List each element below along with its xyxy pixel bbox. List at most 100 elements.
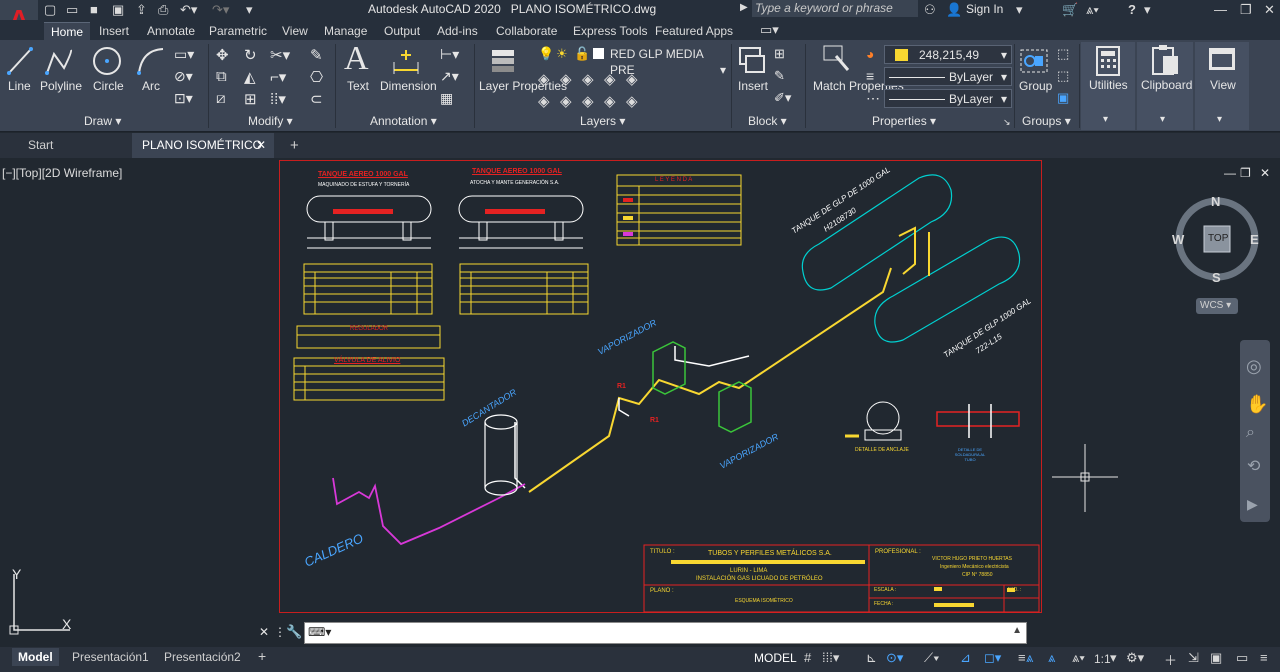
polyline-icon[interactable] (44, 46, 74, 76)
circle-icon[interactable] (91, 45, 123, 77)
layer-lock-icon[interactable]: 🔓 (574, 46, 590, 62)
new-file-icon[interactable]: ▢ (44, 2, 56, 18)
layer-unisolate-icon[interactable]: ◈ (538, 92, 550, 110)
group-button[interactable]: Group (1019, 79, 1052, 93)
annotation-visibility-icon[interactable]: ⩓ (1026, 650, 1033, 666)
isodraft-icon[interactable]: ⟋▾ (924, 650, 939, 666)
layout-tab-presentacion2[interactable]: Presentación2 (158, 648, 247, 666)
layer-freeze-vp-icon[interactable]: ◈ (560, 92, 572, 110)
zoom-extents-icon[interactable]: ⌕ (1246, 424, 1255, 442)
layer-copy-icon[interactable]: ◈ (604, 92, 616, 110)
layer-off-icon[interactable]: ◈ (538, 70, 550, 88)
viewport-controls[interactable]: [−][Top][2D Wireframe] (2, 166, 122, 180)
customize-qat-icon[interactable]: ▾ (246, 2, 253, 18)
command-history-icon[interactable]: ▲ (1012, 625, 1022, 636)
workspace-gear-icon[interactable]: ⚙▾ (1126, 650, 1144, 666)
print-icon[interactable]: ⎙ (158, 2, 168, 18)
groups-panel-label[interactable]: Groups ▾ (1022, 114, 1071, 128)
cart-icon[interactable]: 🛒 (1062, 2, 1078, 18)
sign-in-link[interactable]: Sign In (966, 2, 1003, 16)
view-button[interactable]: View (1210, 78, 1236, 92)
tab-insert[interactable]: Insert (92, 22, 136, 40)
help-dropdown-icon[interactable]: ▾ (1144, 2, 1151, 18)
copy-icon[interactable]: ⧉ (216, 68, 227, 85)
osnap-icon[interactable]: ⊿ (960, 650, 971, 666)
scale-icon[interactable]: ⊞ (244, 90, 257, 108)
layers-panel-label[interactable]: Layers ▾ (580, 114, 625, 128)
tab-annotate[interactable]: Annotate (140, 22, 202, 40)
trim-icon[interactable]: ✂▾ (270, 46, 290, 64)
compass-east[interactable]: E (1250, 232, 1259, 247)
properties-launcher-icon[interactable]: ↘ (1003, 117, 1011, 128)
layer-properties-button[interactable]: Layer Properties (479, 79, 567, 93)
linetype-dropdown[interactable]: ByLayer ▾ (884, 67, 1012, 86)
layer-freeze-icon[interactable]: ☀ (556, 46, 568, 62)
viewport-restore-icon[interactable]: ❐ (1240, 166, 1251, 180)
close-tab-icon[interactable]: ✕ (256, 133, 266, 158)
command-line-input[interactable]: ⌨▾ ▲ (304, 622, 1027, 644)
snap-icon[interactable]: ⁞⁞⁞▾ (822, 650, 839, 666)
layer-properties-icon[interactable] (489, 44, 519, 74)
arc-icon[interactable] (136, 46, 166, 76)
array-icon[interactable]: ⁞⁞▾ (270, 90, 286, 108)
annotation-scale-value[interactable]: 1:1 (1094, 652, 1111, 666)
dimension-button[interactable]: Dimension (380, 79, 437, 93)
leader-icon[interactable]: ⊢▾ (440, 46, 459, 63)
match-properties-icon[interactable] (822, 44, 850, 74)
viewport-close-icon[interactable]: ✕ (1260, 166, 1270, 180)
layer-walk-icon[interactable]: ◈ (626, 92, 638, 110)
utilities-button[interactable]: Utilities (1089, 78, 1128, 92)
create-block-icon[interactable]: ⊞ (774, 46, 785, 62)
undo-icon[interactable]: ↶▾ (180, 2, 197, 18)
modify-panel-label[interactable]: Modify ▾ (248, 114, 293, 128)
compass-north[interactable]: N (1211, 194, 1220, 209)
tab-collaborate[interactable]: Collaborate (489, 22, 564, 40)
steering-wheel-icon[interactable]: ◎ (1246, 356, 1262, 377)
save-icon[interactable]: ■ (90, 2, 98, 17)
clipboard-dropdown-icon[interactable]: ▾ (1160, 114, 1165, 125)
fillet-icon[interactable]: ⌐▾ (270, 68, 286, 86)
insert-block-icon[interactable] (736, 44, 768, 76)
layout-tab-model[interactable]: Model (12, 648, 59, 666)
tab-view[interactable]: View (275, 22, 315, 40)
a360-icon[interactable]: ⩓▾ (1086, 2, 1099, 18)
binoculars-icon[interactable]: ⚇ (924, 2, 936, 18)
line-button[interactable]: Line (8, 79, 31, 93)
group-edit-icon[interactable]: ⬚ (1057, 68, 1069, 84)
web-save-icon[interactable]: ⇪ (136, 2, 147, 18)
help-icon[interactable]: ? (1128, 2, 1136, 17)
command-prompt-icon[interactable]: ⌨▾ (308, 625, 331, 639)
layout-tab-presentacion1[interactable]: Presentación1 (66, 648, 155, 666)
viewcube-top-face[interactable]: TOP (1208, 233, 1228, 244)
model-space-button[interactable]: MODEL (754, 651, 797, 665)
rectangle-icon[interactable]: ▭▾ (174, 46, 194, 63)
group-select-icon[interactable]: ▣ (1057, 90, 1069, 106)
explode-icon[interactable]: ⎔ (310, 68, 323, 86)
layer-isolate-icon[interactable]: ◈ (560, 70, 572, 88)
edit-block-icon[interactable]: ✎ (774, 68, 785, 84)
annotation-panel-label[interactable]: Annotation ▾ (370, 114, 437, 128)
command-wrench-icon[interactable]: 🔧 (286, 624, 302, 640)
group-icon[interactable] (1018, 44, 1050, 76)
new-layout-icon[interactable]: + (258, 648, 266, 664)
stretch-icon[interactable]: ⧄ (216, 90, 226, 107)
mirror-icon[interactable]: ◭ (244, 68, 256, 86)
block-attribute-icon[interactable]: ✐▾ (774, 90, 791, 106)
command-close-icon[interactable]: ✕ (259, 625, 269, 639)
sign-in-dropdown-icon[interactable]: ▾ (1016, 2, 1023, 18)
drawing-tab[interactable]: PLANO ISOMÉTRICO ✕ (132, 133, 274, 158)
tab-home[interactable]: Home (44, 22, 91, 40)
draw-panel-label[interactable]: Draw ▾ (84, 114, 121, 128)
insert-button[interactable]: Insert (738, 79, 768, 93)
erase-icon[interactable]: ✎ (310, 46, 323, 64)
close-icon[interactable]: ✕ (1264, 2, 1275, 18)
color-dropdown[interactable]: 248,215,49 ▾ (884, 45, 1012, 64)
lineweight-toggle-icon[interactable]: ≡ (1018, 650, 1026, 665)
block-panel-label[interactable]: Block ▾ (748, 114, 787, 128)
tab-manage[interactable]: Manage (317, 22, 374, 40)
restore-icon[interactable]: ❐ (1240, 2, 1252, 18)
layer-make-current-icon[interactable]: ◈ (582, 70, 594, 88)
text-icon[interactable]: A (344, 40, 369, 78)
ortho-icon[interactable]: ⊾ (866, 650, 877, 666)
rotate-icon[interactable]: ↻ (244, 46, 257, 64)
